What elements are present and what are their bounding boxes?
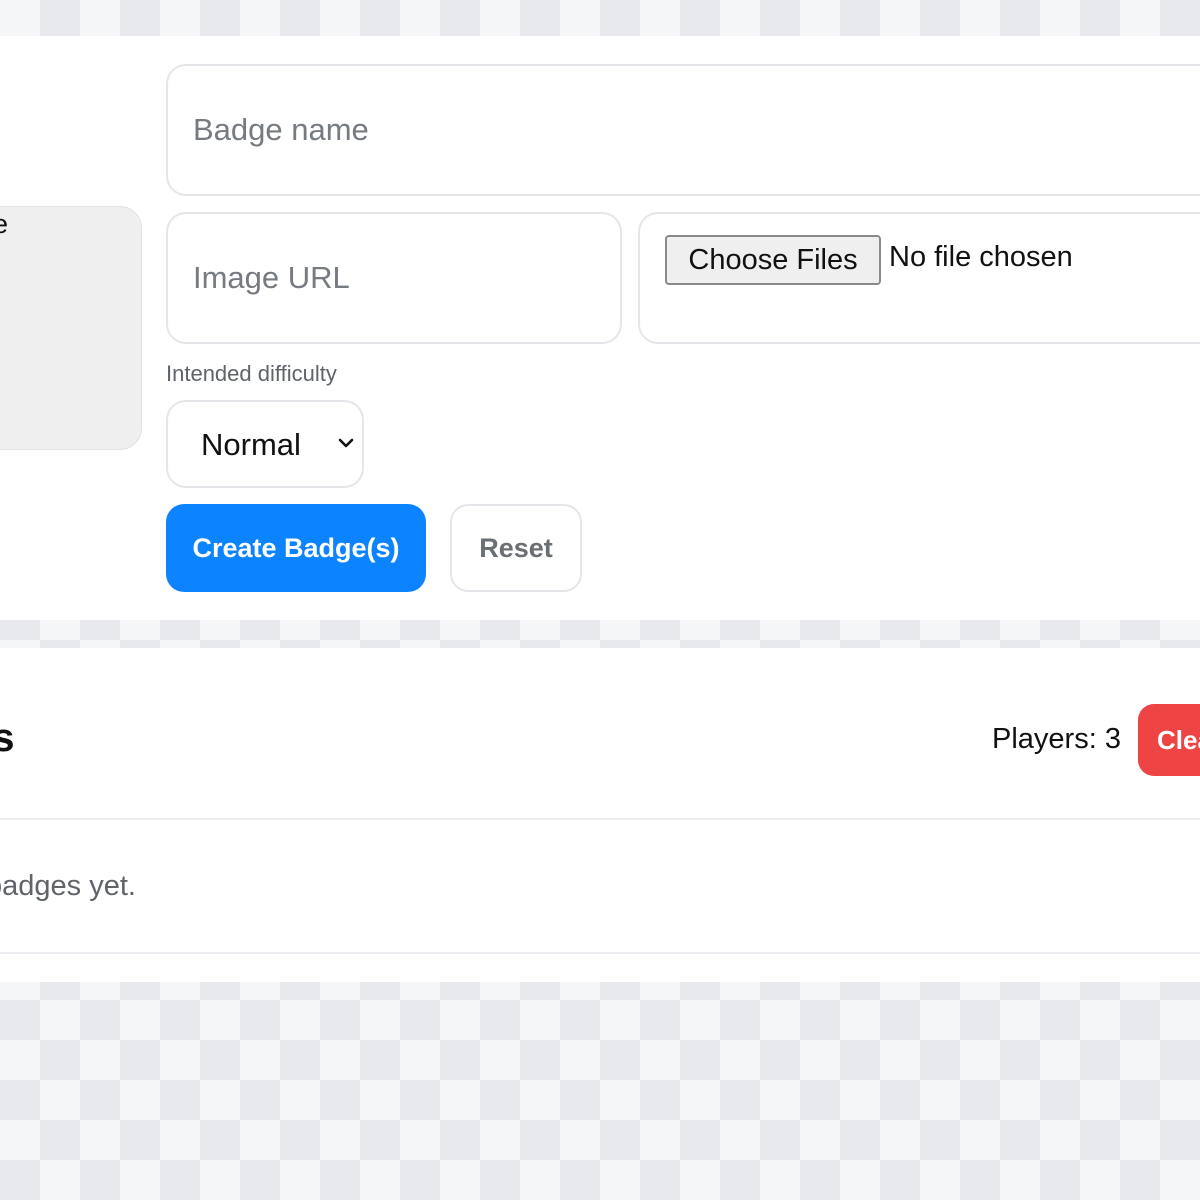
players-count: Players: 3 (992, 723, 1121, 755)
difficulty-label: Intended difficulty (166, 361, 337, 386)
image-url-input[interactable] (166, 212, 622, 344)
file-status-text: No file chosen (889, 241, 1073, 273)
badges-list-card: es Players: 3 Clea badges yet. (0, 648, 1200, 982)
chevron-down-icon (338, 438, 354, 448)
section-title: es (0, 716, 15, 760)
badge-preview-text: e (0, 209, 8, 240)
badge-form-card: e Choose Files No file chosen Intended d… (0, 36, 1200, 620)
difficulty-selected-value: Normal (201, 427, 301, 462)
clear-button[interactable]: Clea (1138, 704, 1200, 776)
badge-name-input[interactable] (166, 64, 1200, 196)
file-upload-field[interactable]: Choose Files No file chosen (638, 212, 1200, 344)
divider (0, 818, 1200, 820)
badge-preview: e (0, 206, 142, 450)
empty-state-message: badges yet. (0, 870, 136, 902)
create-badges-button[interactable]: Create Badge(s) (166, 504, 426, 592)
divider (0, 952, 1200, 954)
choose-files-button[interactable]: Choose Files (665, 235, 881, 285)
difficulty-select[interactable]: Normal (166, 400, 364, 488)
reset-button[interactable]: Reset (450, 504, 582, 592)
